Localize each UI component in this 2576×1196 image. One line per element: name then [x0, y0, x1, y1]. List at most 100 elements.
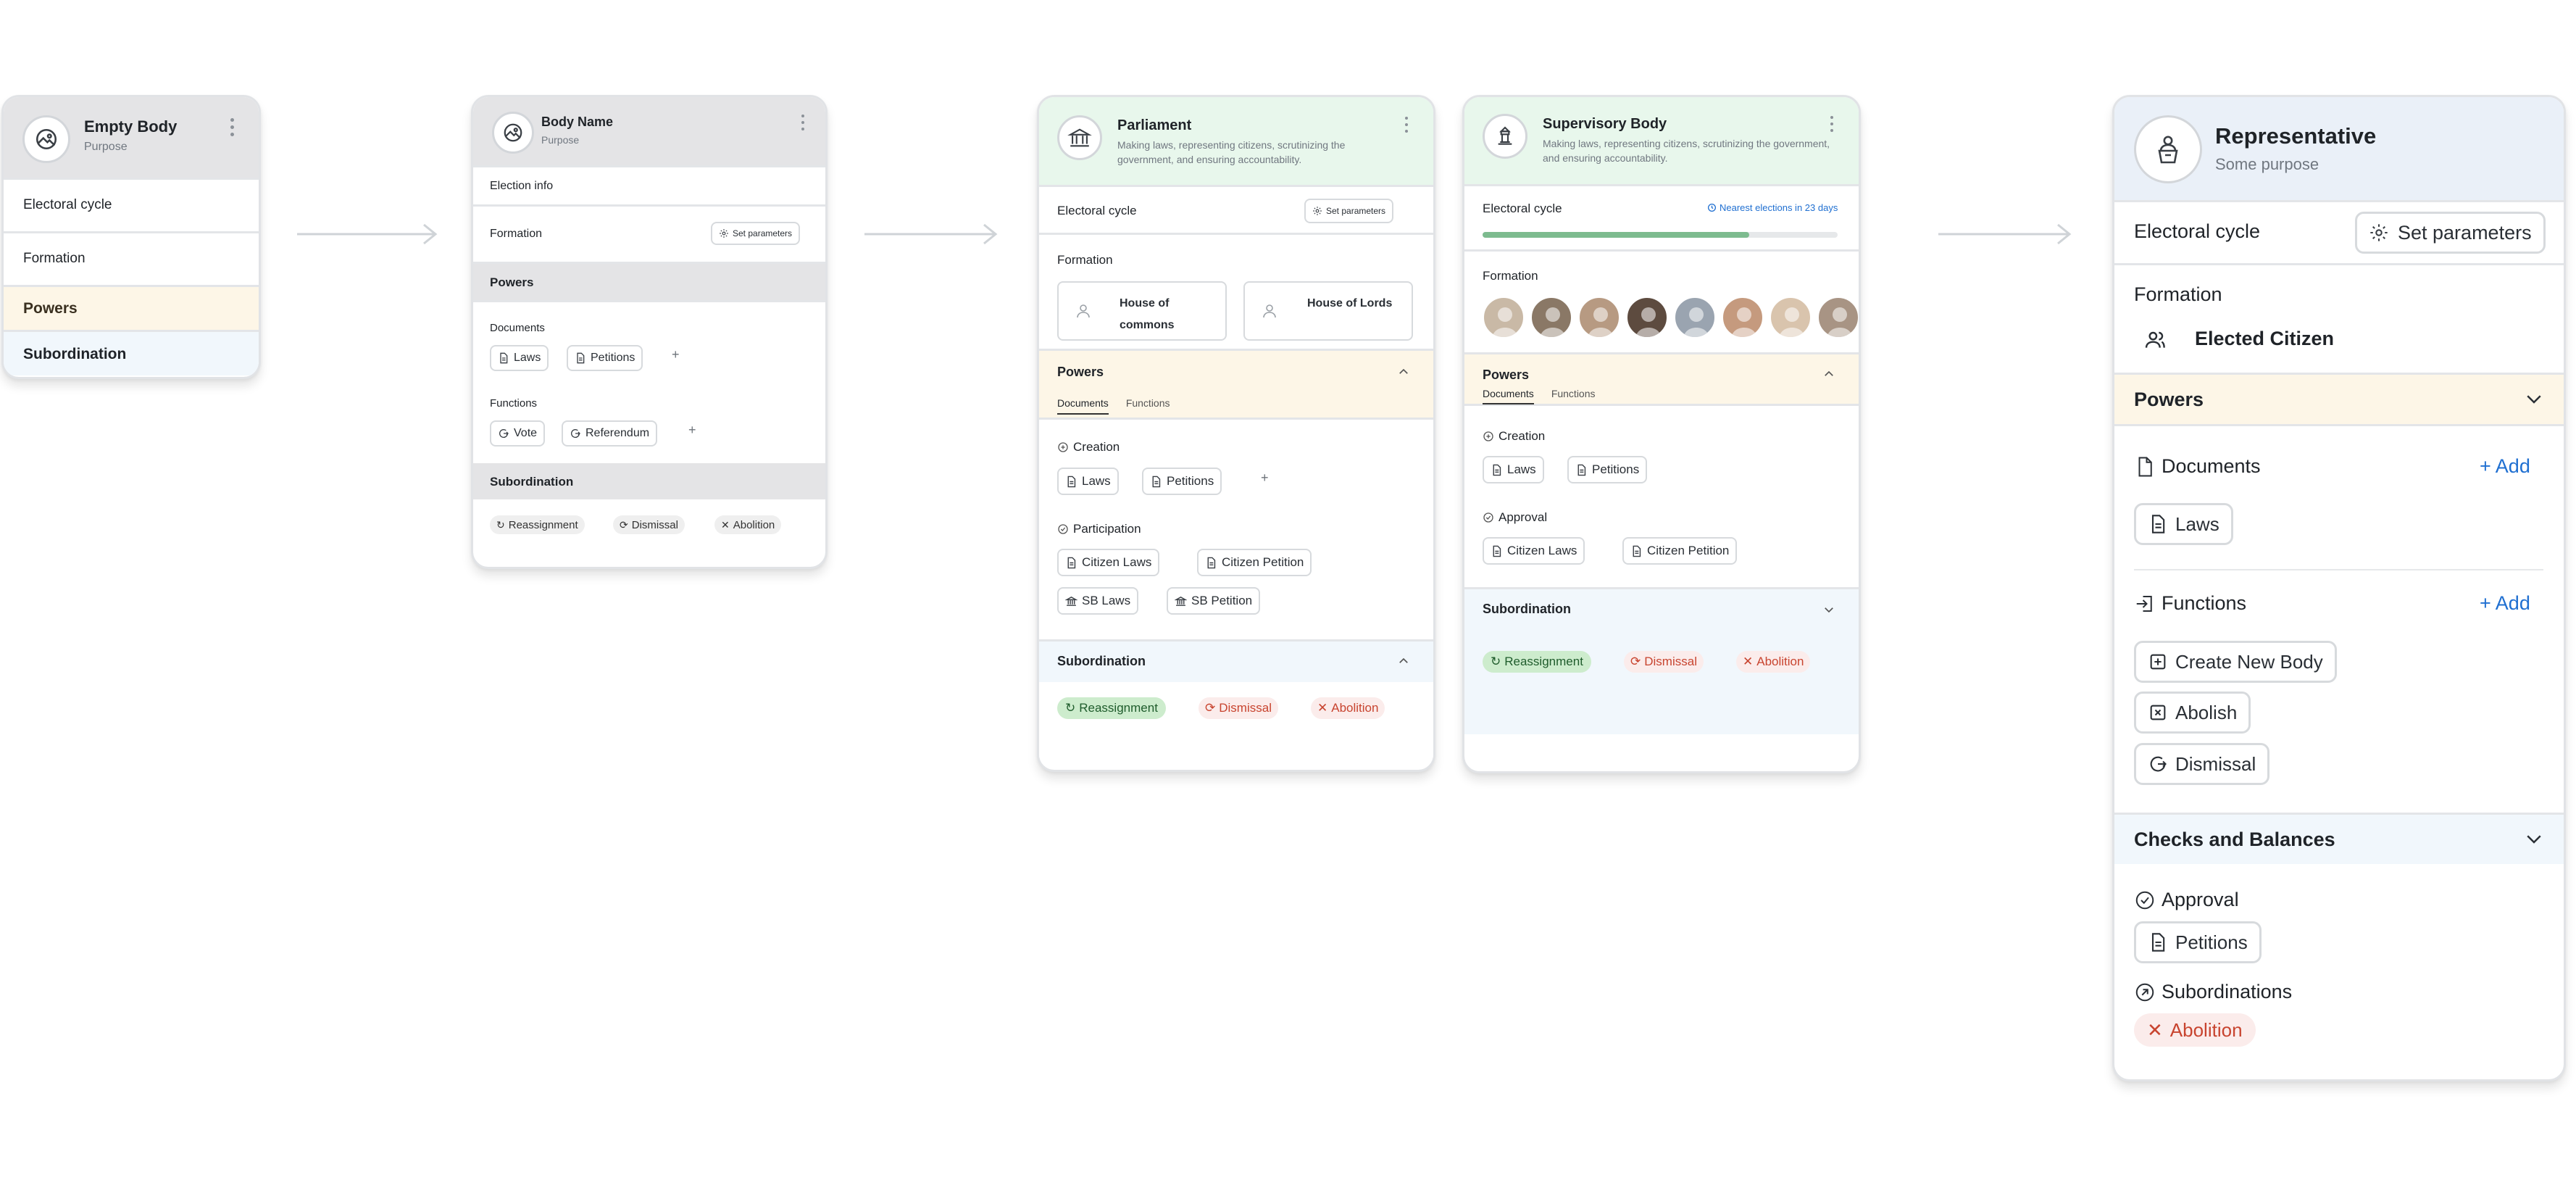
- formation-row[interactable]: Formation: [1464, 252, 1859, 354]
- divider: [2134, 569, 2543, 570]
- add-document-icon[interactable]: +: [672, 347, 680, 362]
- chevron-up-icon[interactable]: [1397, 365, 1410, 378]
- tag-reassignment[interactable]: ↻ Reassignment: [490, 515, 585, 534]
- chip-citizen-laws[interactable]: Citizen Laws: [1483, 537, 1585, 565]
- formation-row[interactable]: Formation Elected Citizen: [2114, 265, 2564, 375]
- powers-header[interactable]: Powers Documents Functions: [1039, 351, 1433, 420]
- add-creation-icon[interactable]: +: [1261, 470, 1269, 486]
- chip-vote[interactable]: Vote: [490, 420, 546, 447]
- tag-dismissal[interactable]: ⟳ Dismissal: [1624, 651, 1704, 673]
- body-name-card[interactable]: Body Name Purpose Election info Formatio…: [471, 95, 828, 569]
- tag-dismissal[interactable]: ⟳ Dismissal: [1199, 697, 1278, 719]
- formation-row[interactable]: Formation Set parameters: [473, 207, 825, 264]
- body-avatar: [1057, 115, 1102, 160]
- document-icon: [1207, 557, 1216, 568]
- member-avatar[interactable]: [1626, 296, 1668, 339]
- more-menu-icon[interactable]: [800, 115, 807, 134]
- tag-abolition[interactable]: ✕ Abolition: [1736, 651, 1811, 673]
- tab-documents[interactable]: Documents: [1483, 388, 1534, 404]
- member-avatar[interactable]: [1578, 296, 1620, 339]
- chip-laws[interactable]: Laws: [1483, 456, 1544, 483]
- subordination-row[interactable]: Subordination: [4, 332, 259, 375]
- plus-icon: +: [2480, 592, 2491, 614]
- card-header: Body Name Purpose: [473, 97, 825, 167]
- tab-functions[interactable]: Functions: [1126, 397, 1170, 415]
- member-avatar[interactable]: [1674, 296, 1716, 339]
- chip-referendum[interactable]: Referendum: [562, 420, 658, 447]
- chevron-down-icon[interactable]: [1822, 603, 1835, 616]
- member-avatar[interactable]: [1722, 296, 1764, 339]
- chevron-up-icon[interactable]: [1397, 655, 1410, 668]
- formation-row[interactable]: Formation: [4, 233, 259, 287]
- more-menu-icon[interactable]: [1404, 117, 1411, 136]
- chip-sb-laws[interactable]: SB Laws: [1057, 587, 1139, 615]
- supervisory-body-card[interactable]: Supervisory Body Making laws, representi…: [1462, 95, 1861, 773]
- chip-citizen-laws[interactable]: Citizen Laws: [1057, 549, 1160, 576]
- tab-functions[interactable]: Functions: [1551, 388, 1596, 404]
- powers-header[interactable]: Powers: [2114, 375, 2564, 426]
- powers-row[interactable]: Powers: [4, 287, 259, 332]
- more-menu-icon[interactable]: [1829, 116, 1836, 136]
- member-avatar[interactable]: [1770, 296, 1812, 339]
- empty-body-card[interactable]: Empty Body Purpose Electoral cycle Forma…: [1, 95, 261, 379]
- chip-create-new-body[interactable]: Create New Body: [2134, 641, 2337, 683]
- chevron-down-icon[interactable]: [2523, 828, 2545, 850]
- chip-petitions[interactable]: Petitions: [1142, 468, 1222, 495]
- member-avatar[interactable]: [1530, 296, 1572, 339]
- powers-header[interactable]: Powers: [473, 264, 825, 302]
- add-function-button[interactable]: + Add: [2480, 592, 2530, 615]
- chip-citizen-petition[interactable]: Citizen Petition: [1197, 549, 1312, 576]
- add-document-button[interactable]: + Add: [2480, 455, 2530, 478]
- house-of-commons-card[interactable]: House of commons: [1057, 281, 1227, 341]
- institution-icon: [1065, 596, 1077, 606]
- chevron-down-icon[interactable]: [2523, 388, 2545, 410]
- election-info-row[interactable]: Election info: [473, 167, 825, 207]
- chip-petitions[interactable]: Petitions: [567, 345, 643, 371]
- more-menu-icon[interactable]: [229, 118, 236, 140]
- house-of-lords-card[interactable]: House of Lords: [1243, 281, 1413, 341]
- electoral-cycle-row[interactable]: Electoral cycle Set parameters: [2114, 202, 2564, 265]
- dismiss-icon: ⟳: [620, 518, 628, 531]
- set-parameters-button[interactable]: Set parameters: [2355, 212, 2546, 254]
- tag-abolition[interactable]: ✕ Abolition: [1311, 697, 1385, 719]
- chevron-up-icon[interactable]: [1822, 367, 1835, 381]
- close-icon: ✕: [2147, 1018, 2163, 1041]
- chip-abolish[interactable]: Abolish: [2134, 692, 2251, 734]
- formation-row[interactable]: Formation House of commons House of Lord…: [1039, 235, 1433, 351]
- parliament-card[interactable]: Parliament Making laws, representing cit…: [1037, 95, 1435, 772]
- checks-balances-header[interactable]: Checks and Balances: [2114, 815, 2564, 864]
- subordination-header[interactable]: Subordination: [473, 463, 825, 499]
- member-avatar[interactable]: [1817, 296, 1859, 339]
- powers-label: Powers: [1057, 365, 1104, 379]
- chip-laws[interactable]: Laws: [2134, 503, 2233, 545]
- electoral-cycle-row[interactable]: Electoral cycle: [4, 180, 259, 233]
- tag-reassignment[interactable]: ↻ Reassignment: [1483, 651, 1591, 673]
- tag-label: Reassignment: [1079, 701, 1158, 715]
- body-avatar: [1483, 114, 1527, 159]
- powers-header[interactable]: Powers Documents Functions: [1464, 354, 1859, 406]
- speaker-podium-icon: [2158, 136, 2178, 164]
- subordination-section[interactable]: Subordination ↻ Reassignment ⟳ Dismissal ✕…: [1464, 589, 1859, 734]
- subordination-section[interactable]: Subordination ↻ Reassignment ⟳ Dismissal ✕…: [1039, 641, 1433, 757]
- chip-petitions[interactable]: Petitions: [2134, 921, 2262, 963]
- tag-dismissal[interactable]: ⟳ Dismissal: [613, 515, 685, 534]
- set-parameters-button[interactable]: Set parameters: [711, 222, 801, 245]
- chip-dismissal[interactable]: Dismissal: [2134, 743, 2270, 785]
- tag-abolition[interactable]: ✕ Abolition: [2134, 1013, 2256, 1047]
- set-parameters-button[interactable]: Set parameters: [1304, 199, 1394, 223]
- tab-documents[interactable]: Documents: [1057, 397, 1109, 415]
- representative-card[interactable]: Representative Some purpose Electoral cy…: [2112, 95, 2566, 1081]
- body-title: Body Name: [541, 115, 614, 129]
- chip-laws[interactable]: Laws: [490, 345, 549, 371]
- electoral-cycle-row[interactable]: Electoral cycle Set parameters: [1039, 187, 1433, 235]
- add-function-icon[interactable]: +: [688, 423, 696, 438]
- chip-laws[interactable]: Laws: [1057, 468, 1119, 495]
- tag-abolition[interactable]: ✕ Abolition: [714, 515, 782, 534]
- member-avatar[interactable]: [1483, 296, 1525, 339]
- chip-citizen-petition[interactable]: Citizen Petition: [1622, 537, 1738, 565]
- chip-sb-petition[interactable]: SB Petition: [1167, 587, 1261, 615]
- chip-label: Citizen Laws: [1507, 544, 1577, 557]
- tag-reassignment[interactable]: ↻ Reassignment: [1057, 697, 1166, 719]
- chip-petitions[interactable]: Petitions: [1567, 456, 1648, 483]
- electoral-cycle-row[interactable]: Electoral cycle Nearest elections in 23 …: [1464, 186, 1859, 252]
